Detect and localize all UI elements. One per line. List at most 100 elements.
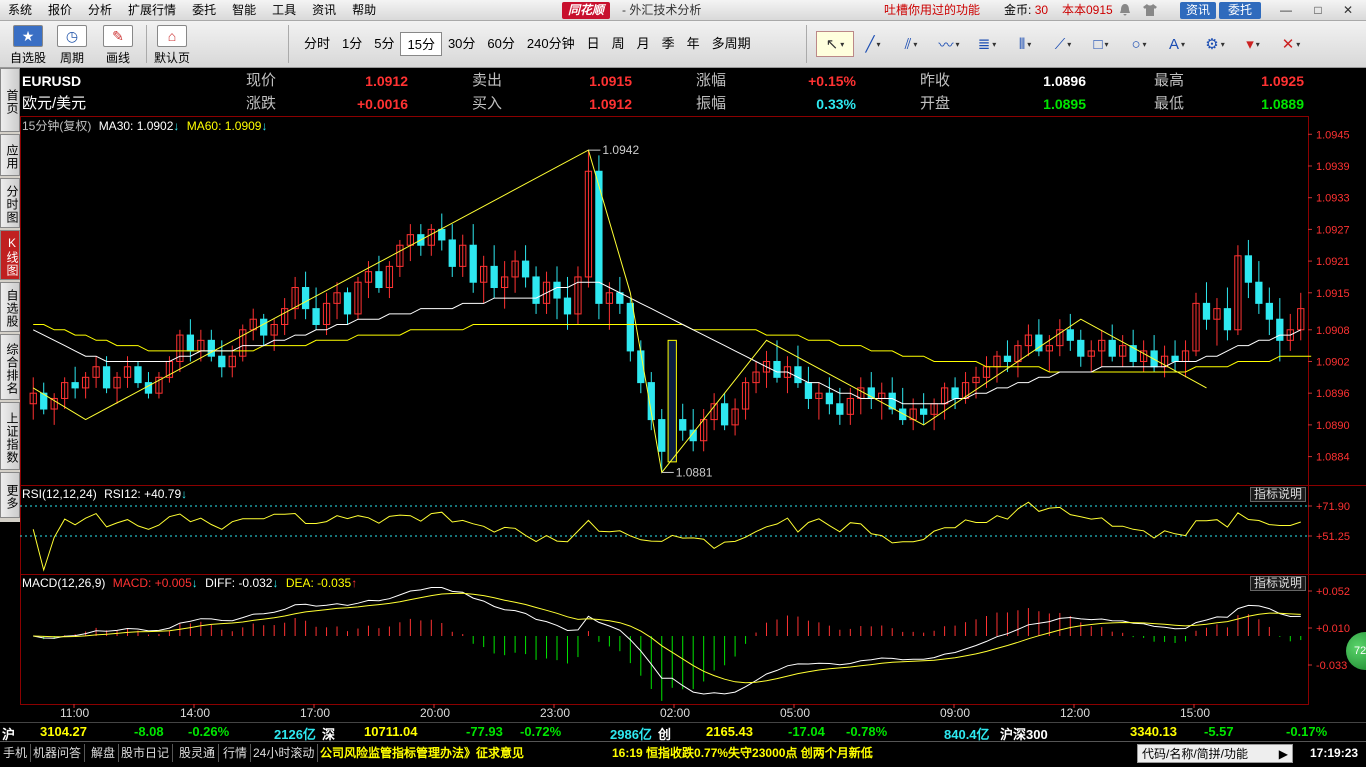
star-icon: ★ xyxy=(13,25,43,47)
side-tab-2[interactable]: 分时图 xyxy=(0,178,20,228)
version-label: 本本0915 xyxy=(1062,3,1113,17)
time-tick-label: 02:00 xyxy=(660,706,690,720)
period-label: 周期 xyxy=(59,51,84,65)
menu-trade[interactable]: 委托 xyxy=(184,0,224,21)
scroll-news-tab[interactable]: 24小时滚动 xyxy=(250,744,319,762)
period-tab-11[interactable]: 年 xyxy=(681,32,706,56)
gulingtong-tab[interactable]: 股灵通 xyxy=(176,744,220,762)
period-tab-5[interactable]: 60分 xyxy=(481,32,520,56)
cy-change: -17.04 xyxy=(788,724,825,739)
chart-canvas[interactable]: 1.0945 1.0939 1.0933 1.0927 1.0921 1.0915 1.09… xyxy=(20,116,1366,722)
line-tool-icon[interactable]: ╱ ▾ xyxy=(854,31,892,57)
y-tick-label: 1.0884 xyxy=(1316,452,1350,464)
period-tab-9[interactable]: 月 xyxy=(631,32,656,56)
menu-system[interactable]: 系统 xyxy=(0,0,40,21)
maximize-button[interactable]: □ xyxy=(1308,2,1328,19)
wave-icon[interactable]: 〰 ▾ xyxy=(930,31,968,57)
candle-body xyxy=(375,271,383,289)
macd-help-button[interactable]: 指标说明 xyxy=(1250,576,1306,591)
diary-tab[interactable]: 股市日记 xyxy=(118,744,174,762)
delete-icon[interactable]: ✕ ▾ xyxy=(1272,31,1310,57)
period-tab-4[interactable]: 30分 xyxy=(442,32,481,56)
selected-candle-highlight xyxy=(667,339,677,463)
ellipse-icon[interactable]: ○ ▾ xyxy=(1120,31,1158,57)
watchlist-button[interactable]: ★ 自选股 xyxy=(6,24,50,66)
time-tick-label: 09:00 xyxy=(940,706,970,720)
menu-extended-quotes[interactable]: 扩展行情 xyxy=(120,0,184,21)
macd-diff-line xyxy=(33,587,1301,695)
side-tab-1[interactable]: 应用 xyxy=(0,134,20,176)
mobile-tab[interactable]: 手机 xyxy=(0,744,32,762)
side-tab-7[interactable]: 更多 xyxy=(0,472,20,518)
period-tab-1[interactable]: 1分 xyxy=(336,32,368,56)
news-headline-1[interactable]: 公司风险监管指标管理办法》征求意见 xyxy=(320,744,524,762)
quote-value-0-2: +0.15% xyxy=(808,73,856,89)
menu-tools[interactable]: 工具 xyxy=(264,0,304,21)
fibonacci-icon[interactable]: ≣ ▾ xyxy=(968,31,1006,57)
side-tab-3[interactable]: K线图 xyxy=(0,230,20,280)
toolbar-divider xyxy=(806,25,807,63)
ma30-label: MA30: 1.0902 xyxy=(98,119,174,133)
y-tick-label: 1.0945 xyxy=(1316,129,1350,141)
draw-line-button[interactable]: ✎ 画线 xyxy=(96,24,140,66)
stock-search-input[interactable]: 代码/名称/简拼/功能 ▶ xyxy=(1137,744,1293,763)
candle-body xyxy=(804,382,813,399)
candle-body xyxy=(532,276,540,304)
diff-value: DIFF: -0.032 xyxy=(205,576,273,590)
pointer-icon[interactable]: ↖ ▾ xyxy=(816,31,854,57)
feedback-link[interactable]: 吐槽你用过的功能 xyxy=(884,0,980,21)
parallel-line-icon[interactable]: ⫽ ▾ xyxy=(892,31,930,57)
quote-value-1-2: 0.33% xyxy=(816,96,856,112)
period-tab-2[interactable]: 5分 xyxy=(368,32,400,56)
side-tab-4[interactable]: 自选股 xyxy=(0,282,20,332)
period-tab-6[interactable]: 240分钟 xyxy=(521,32,581,56)
bar-icon[interactable]: ⦀ ▾ xyxy=(1006,31,1044,57)
bell-icon[interactable] xyxy=(1118,3,1132,17)
candle-body xyxy=(951,387,959,399)
trade-button[interactable]: 委托 xyxy=(1219,2,1261,19)
channel-icon[interactable]: ⟋ ▾ xyxy=(1044,31,1082,57)
period-tab-12[interactable]: 多周期 xyxy=(706,32,757,56)
menu-bar: 系统 报价 分析 扩展行情 委托 智能 工具 资讯 帮助 同花顺 - 外汇技术分… xyxy=(0,0,1366,21)
time-tick-label: 12:00 xyxy=(1060,706,1090,720)
quote-value-1-0: +0.0016 xyxy=(357,96,408,112)
rsi-help-button[interactable]: 指标说明 xyxy=(1250,487,1306,502)
period-button[interactable]: ◷ 周期 xyxy=(50,24,94,66)
period-tab-0[interactable]: 分时 xyxy=(298,32,336,56)
period-tab-10[interactable]: 季 xyxy=(656,32,681,56)
skin-icon[interactable] xyxy=(1142,3,1158,17)
period-tab-8[interactable]: 周 xyxy=(606,32,631,56)
candle-body xyxy=(1108,339,1116,357)
close-button[interactable]: ✕ xyxy=(1338,2,1358,19)
side-tab-0[interactable]: 首页 xyxy=(0,68,20,132)
menu-quotes[interactable]: 报价 xyxy=(40,0,80,21)
menu-smart[interactable]: 智能 xyxy=(224,0,264,21)
bookmark-icon[interactable]: ▾ ▾ xyxy=(1234,31,1272,57)
minimize-button[interactable]: — xyxy=(1276,2,1296,19)
default-page-button[interactable]: ⌂ 默认页 xyxy=(150,24,194,66)
news-button[interactable]: 资讯 xyxy=(1180,2,1216,19)
candle-body xyxy=(1265,302,1273,320)
period-tab-7[interactable]: 日 xyxy=(581,32,606,56)
side-tab-5[interactable]: 综合排名 xyxy=(0,334,20,400)
down-arrow-icon: ↓ xyxy=(173,119,180,133)
y-tick-label: 1.0933 xyxy=(1316,193,1350,205)
rectangle-icon[interactable]: □ ▾ xyxy=(1082,31,1120,57)
settings-icon[interactable]: ⚙ ▾ xyxy=(1196,31,1234,57)
text-tool-icon[interactable]: A ▾ xyxy=(1158,31,1196,57)
side-tab-6[interactable]: 上证指数 xyxy=(0,402,20,470)
side-tabs: 首页 应用 分时图 K线图 自选股 综合排名 上证指数 更多 xyxy=(0,68,20,522)
quote-label-1-3: 开盘 xyxy=(920,95,951,112)
robot-qa-tab[interactable]: 机器问答 xyxy=(30,744,86,762)
quotes-tab[interactable]: 行情 xyxy=(220,744,252,762)
quote-header: EURUSD 欧元/美元 现价 1.0912 卖出 1.0915 涨幅 +0.15% 昨收 1… xyxy=(20,68,1366,116)
news-headline-2[interactable]: 16:19 恒指收跌0.77%失守23000点 创两个月新低 xyxy=(612,744,873,762)
y-tick-label: 1.0921 xyxy=(1316,256,1350,268)
chart-area[interactable]: 1.0945 1.0939 1.0933 1.0927 1.0921 1.0915 1.09… xyxy=(20,116,1366,722)
period-tab-3[interactable]: 15分 xyxy=(400,32,442,56)
menu-help[interactable]: 帮助 xyxy=(344,0,384,21)
candle-body xyxy=(490,265,498,289)
pan-tab[interactable]: 解盘 xyxy=(88,744,120,762)
menu-news[interactable]: 资讯 xyxy=(304,0,344,21)
menu-analysis[interactable]: 分析 xyxy=(80,0,120,21)
